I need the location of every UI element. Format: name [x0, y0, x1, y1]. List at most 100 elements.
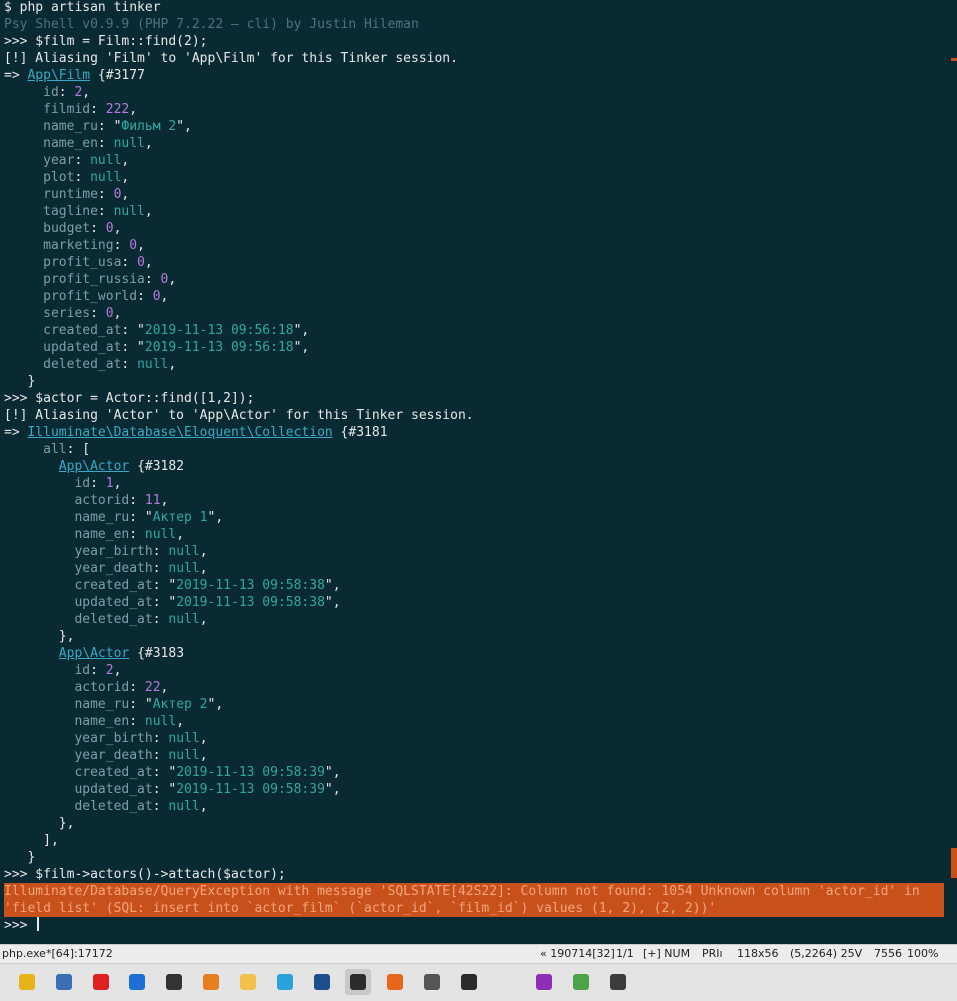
- terminal-text: ,: [199, 731, 208, 746]
- terminal-text: ,: [82, 85, 91, 100]
- terminal-line: $ php artisan tinker: [4, 0, 161, 16]
- terminal-text: {#3177: [90, 68, 145, 83]
- class-link[interactable]: App\Film: [27, 68, 90, 83]
- terminal-text: year_death: [4, 561, 153, 576]
- terminal-text: ",: [207, 510, 224, 525]
- terminal-text: :: [90, 476, 106, 491]
- terminal-text: null: [113, 136, 145, 151]
- terminal-text: :: [58, 85, 75, 100]
- terminal-text: :: [90, 306, 106, 321]
- terminal-text: }: [4, 850, 36, 865]
- terminal-text: null: [137, 357, 169, 372]
- taskbar-button[interactable]: [198, 969, 224, 995]
- terminal-text: 0: [105, 221, 114, 236]
- terminal-text: 0: [129, 238, 138, 253]
- terminal-text: null: [168, 748, 200, 763]
- terminal-line: name_en: null,: [4, 135, 153, 152]
- taskbar-button[interactable]: [161, 969, 187, 995]
- terminal-text: created_at: [4, 765, 153, 780]
- taskbar-button[interactable]: [568, 969, 594, 995]
- terminal-line: [!] Aliasing 'Actor' to 'App\Actor' for …: [4, 407, 474, 424]
- terminal-icon: [166, 974, 182, 990]
- terminal-text: updated_at: [4, 595, 153, 610]
- terminal-text: {#3183: [129, 646, 185, 661]
- terminal-text: : ": [129, 510, 153, 525]
- terminal-text: ,: [199, 544, 208, 559]
- conemu-icon: [350, 974, 366, 990]
- taskbar-button[interactable]: [605, 969, 631, 995]
- terminal-text: :: [152, 544, 169, 559]
- terminal-text: :: [74, 170, 91, 185]
- terminal-text: ",: [324, 578, 341, 593]
- terminal-text: :: [113, 238, 130, 253]
- terminal-text: ",: [176, 119, 192, 134]
- terminal-text: ,: [121, 153, 130, 168]
- terminal-text: :: [74, 153, 91, 168]
- terminal-text: null: [168, 561, 200, 576]
- terminal-text: name_ru: [4, 510, 130, 525]
- terminal-text: null: [168, 799, 200, 814]
- taskbar-button[interactable]: [309, 969, 335, 995]
- terminal-text: :: [121, 255, 138, 270]
- class-link[interactable]: App\Actor: [59, 459, 129, 474]
- terminal-text: },: [4, 629, 75, 644]
- status-mode: [+] NUM: [643, 947, 691, 960]
- taskbar-button[interactable]: [345, 969, 371, 995]
- terminal-text: Psy Shell v0.9.9 (PHP 7.2.22 — cli) by J…: [4, 17, 419, 32]
- terminal-line: App\Actor {#3183: [4, 645, 184, 662]
- terminal-text: id: [4, 476, 91, 491]
- terminal-text: :: [144, 272, 161, 287]
- terminal-text: :: [152, 799, 169, 814]
- terminal-text: ",: [324, 782, 341, 797]
- terminal-window[interactable]: $ php artisan tinker Psy Shell v0.9.9 (PH…: [0, 0, 957, 944]
- terminal-text: ,: [144, 255, 153, 270]
- terminal-text: ,: [144, 136, 153, 151]
- scrollbar-thumb[interactable]: [951, 58, 957, 61]
- taskbar-button[interactable]: [531, 969, 557, 995]
- terminal-text: :: [90, 663, 106, 678]
- error-line: Illuminate/Database/QueryException with …: [4, 884, 920, 899]
- terminal-text: budget: [4, 221, 91, 236]
- terminal-line: actorid: 22,: [4, 679, 168, 696]
- terminal-line: deleted_at: null,: [4, 798, 207, 815]
- terminal-text: : ": [152, 578, 177, 593]
- class-link[interactable]: App\Actor: [59, 646, 129, 661]
- terminal-line: created_at: "2019-11-13 09:58:38",: [4, 577, 341, 594]
- taskbar-button[interactable]: [456, 969, 482, 995]
- terminal-text: },: [4, 816, 75, 831]
- terminal-text: ,: [144, 204, 153, 219]
- taskbar-button[interactable]: [124, 969, 150, 995]
- class-link[interactable]: Illuminate\Database\Eloquent\Collection: [27, 425, 332, 440]
- terminal-text: :: [97, 136, 114, 151]
- terminal-text: year_death: [4, 748, 153, 763]
- terminal-line: }: [4, 849, 35, 866]
- calculator-icon: [424, 974, 440, 990]
- terminal-text: ,: [121, 170, 130, 185]
- taskbar-button[interactable]: [88, 969, 114, 995]
- taskbar-button[interactable]: [382, 969, 408, 995]
- terminal-line: >>> $actor = Actor::find([1,2]);: [4, 390, 254, 407]
- console-icon: [461, 974, 477, 990]
- terminal-text: null: [144, 714, 177, 729]
- taskbar-button[interactable]: [419, 969, 445, 995]
- terminal-text: [!] Aliasing 'Film' to 'App\Film' for th…: [4, 51, 458, 66]
- terminal-text: :: [152, 612, 169, 627]
- terminal-text: ],: [4, 833, 59, 848]
- taskbar-button[interactable]: [51, 969, 77, 995]
- terminal-text: deleted_at: [4, 612, 153, 627]
- terminal-line: Psy Shell v0.9.9 (PHP 7.2.22 — cli) by J…: [4, 16, 419, 33]
- terminal-text: ",: [324, 595, 341, 610]
- input-prompt[interactable]: >>>: [4, 917, 40, 934]
- terminal-text: null: [168, 731, 200, 746]
- terminal-text: 0: [137, 255, 145, 270]
- terminal-text: ,: [199, 561, 208, 576]
- terminal-text: >>> $actor = Actor::find([1,2]);: [4, 391, 255, 406]
- terminal-text: :: [152, 748, 169, 763]
- terminal-line: profit_russia: 0,: [4, 271, 176, 288]
- terminal-text: Актер 1: [152, 510, 208, 525]
- terminal-text: 11: [144, 493, 161, 508]
- taskbar-button[interactable]: [272, 969, 298, 995]
- taskbar-button[interactable]: [14, 969, 40, 995]
- taskbar-button[interactable]: [235, 969, 261, 995]
